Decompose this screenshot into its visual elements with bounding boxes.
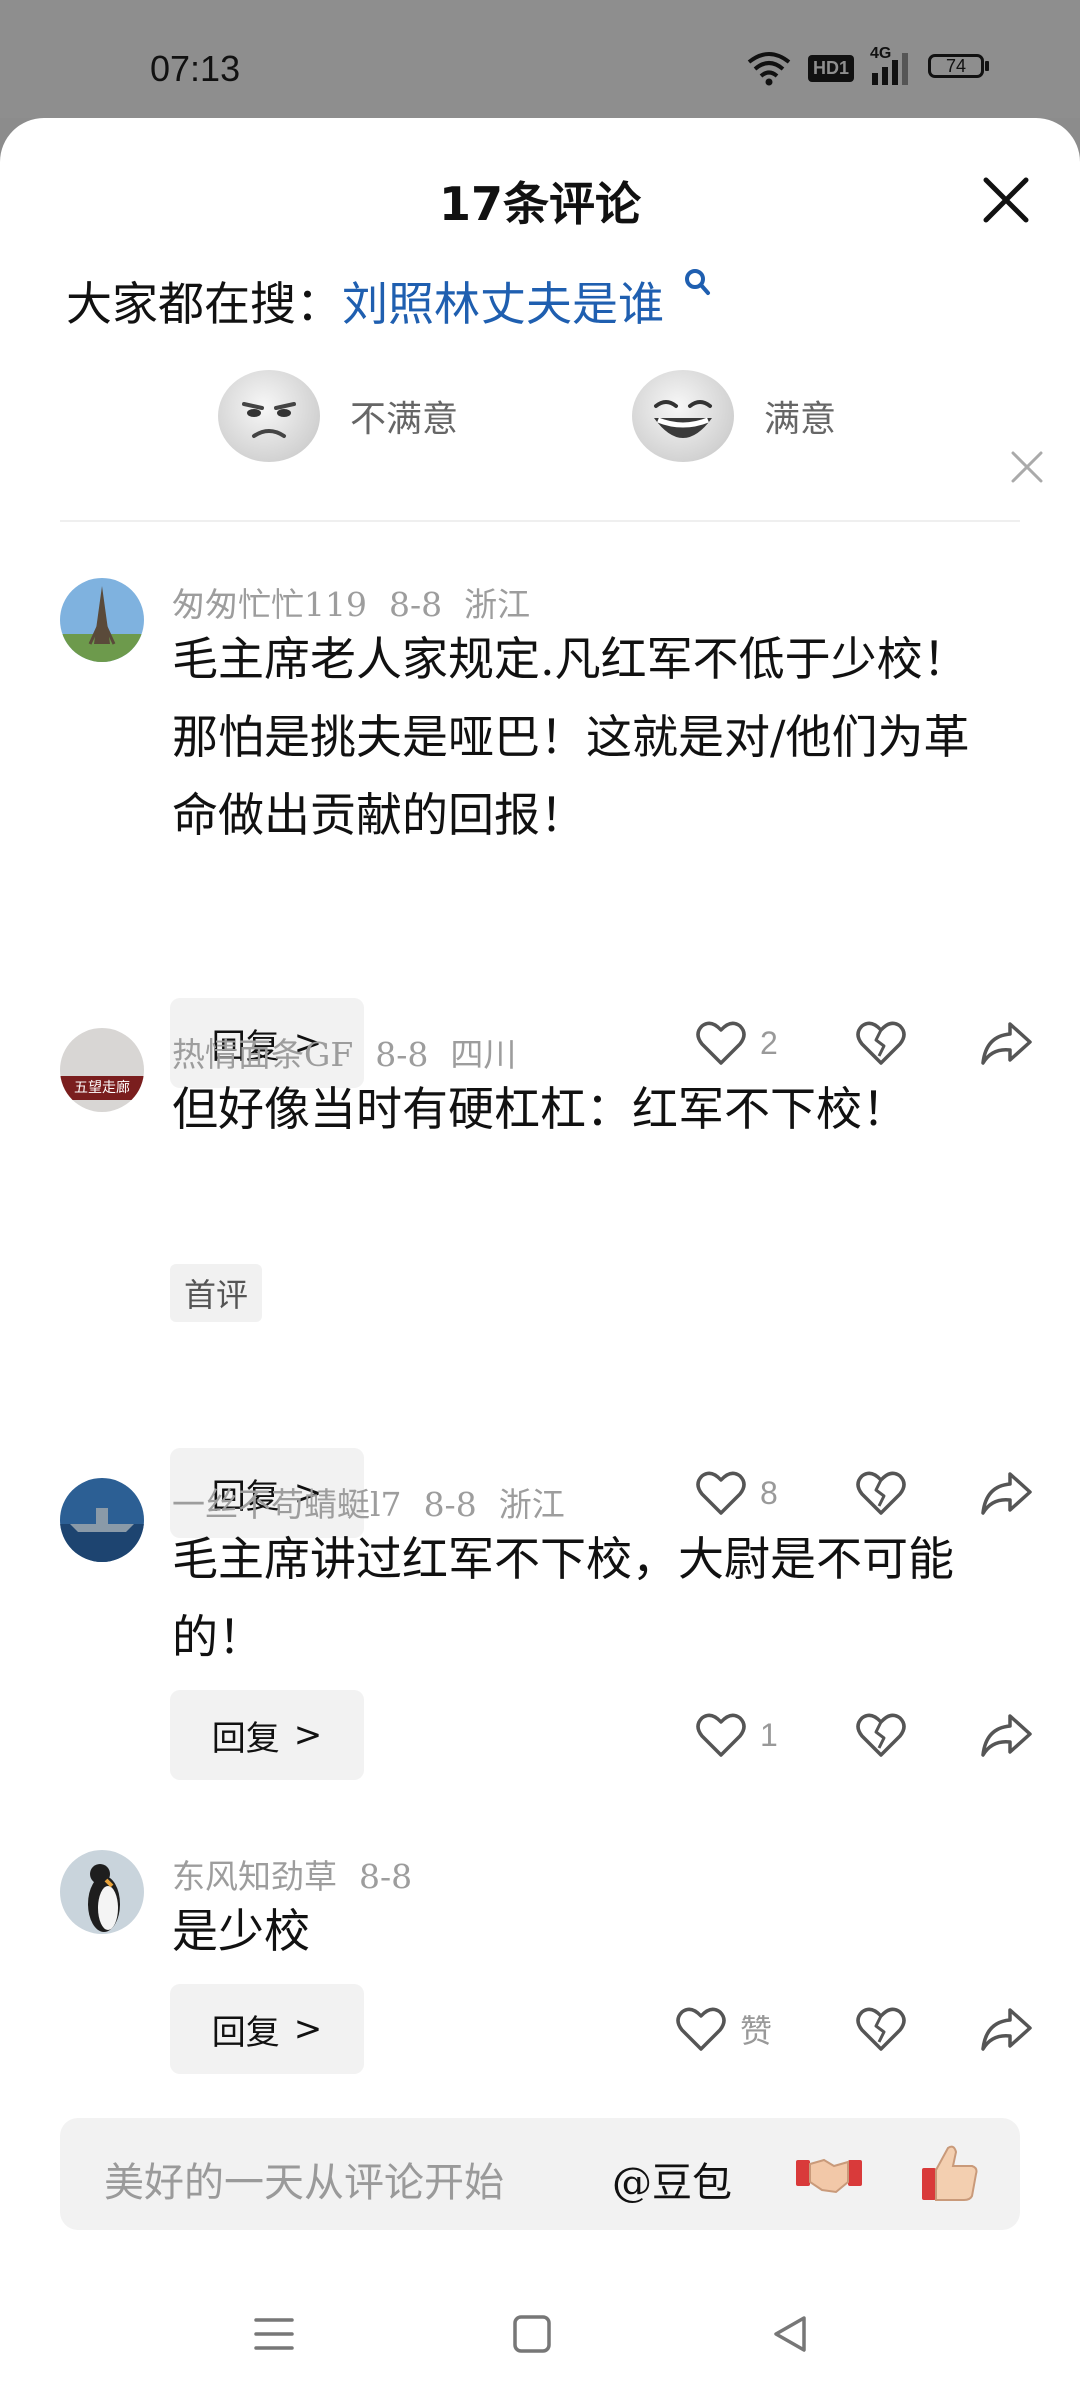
comment-date: 8-8: [389, 585, 443, 624]
comment-item: 匆匆忙忙119 8-8 浙江 毛主席老人家规定.凡红军不低于少校！那怕是挑夫是哑巴！…: [0, 578, 1080, 1098]
first-comment-tag: 首评: [170, 1264, 263, 1322]
comment-region: 浙江: [464, 585, 531, 624]
comment-input[interactable]: 美好的一天从评论开始 @豆包: [60, 2118, 1020, 2230]
avatar[interactable]: [60, 578, 144, 662]
chevron-right-icon: >: [293, 1715, 323, 1755]
thumbs-up-icon[interactable]: [918, 2140, 982, 2204]
battery-level: 74: [945, 55, 967, 76]
feedback-satisfied[interactable]: 满意: [632, 370, 836, 462]
handshake-icon[interactable]: [794, 2146, 864, 2202]
username[interactable]: 匆匆忙忙119: [172, 585, 367, 624]
comment-date: 8-8: [359, 1857, 413, 1896]
comment-date: 8-8: [375, 1035, 429, 1074]
chevron-right-icon: >: [293, 2009, 323, 2049]
hd-label: HD1: [812, 57, 849, 78]
reply-button[interactable]: 回复 >: [170, 1984, 364, 2074]
feedback-satisfied-label: 满意: [764, 399, 837, 440]
back-icon[interactable]: [770, 2314, 810, 2354]
like-button[interactable]: 赞: [676, 2006, 856, 2052]
comment-input-placeholder: 美好的一天从评论开始: [104, 2160, 504, 2206]
share-icon[interactable]: [980, 1712, 1032, 1758]
avatar[interactable]: [60, 1478, 144, 1562]
comment-region: 浙江: [498, 1485, 565, 1524]
status-bar: 07:13 HD1 4G 74: [0, 0, 1080, 118]
status-icons: HD1 4G 74: [746, 45, 992, 86]
comment-item: 一丝不苟蜻蜓l7 8-8 浙江 毛主席讲过红军不下校，大尉是不可能的！ 回复 > 1: [0, 1478, 1080, 1878]
comment-text: 毛主席老人家规定.凡红军不低于少校！那怕是挑夫是哑巴！这就是对/他们为革命做出贡…: [172, 632, 970, 842]
comment-actions: 赞: [676, 1984, 1056, 2074]
comment-date: 8-8: [423, 1485, 477, 1524]
comment-text: 但好像当时有硬杠杠：红军不下校！: [172, 1082, 908, 1136]
share-icon[interactable]: [980, 2006, 1032, 2052]
menu-icon[interactable]: [252, 2314, 296, 2354]
battery-icon: 74: [928, 54, 992, 82]
reply-label: 回复: [211, 2012, 280, 2053]
dismiss-feedback-icon[interactable]: [1008, 448, 1046, 486]
comment-sheet: 17条评论 大家都在搜：刘照林丈夫是谁 不满意 满意 匆匆忙忙119 8-8 浙…: [0, 118, 1080, 2400]
home-icon[interactable]: [512, 2314, 552, 2354]
avatar[interactable]: 五望走廊: [60, 1028, 144, 1112]
broken-heart-icon[interactable]: [856, 1712, 906, 1758]
reply-label: 回复: [211, 1718, 280, 1759]
comment-meta: 热情面条GF 8-8 四川: [172, 1028, 538, 1076]
feedback-unsatisfied[interactable]: 不满意: [218, 370, 458, 462]
comment-meta: 一丝不苟蜻蜓l7 8-8 浙江: [172, 1478, 587, 1526]
comment-text: 是少校: [172, 1904, 310, 1958]
like-label: 赞: [740, 2012, 773, 2050]
unamused-face-icon: [218, 370, 320, 462]
signal-icon: 4G: [870, 45, 912, 85]
comment-item: 五望走廊 热情面条GF 8-8 四川 但好像当时有硬杠杠：红军不下校！ 首评 回复 >…: [0, 1028, 1080, 1538]
like-count: 1: [760, 1716, 778, 1753]
trending-search[interactable]: 大家都在搜：刘照林丈夫是谁: [66, 268, 711, 334]
comment-count-title: 17条评论: [438, 177, 641, 231]
feedback-unsatisfied-label: 不满意: [350, 399, 459, 440]
heart-icon: [676, 2007, 726, 2051]
search-icon: [684, 269, 710, 295]
grinning-face-icon: [632, 370, 734, 462]
username[interactable]: 一丝不苟蜻蜓l7: [172, 1485, 402, 1524]
broken-heart-icon[interactable]: [856, 2006, 906, 2052]
comment-meta: 东风知劲草 8-8: [172, 1850, 456, 1898]
hd-icon: HD1: [807, 54, 854, 82]
divider: [60, 520, 1020, 522]
trending-search-prefix: 大家都在搜：: [66, 277, 342, 331]
avatar[interactable]: [60, 1850, 144, 1934]
comment-region: 四川: [450, 1035, 517, 1074]
trending-search-query[interactable]: 刘照林丈夫是谁: [342, 277, 664, 331]
status-time: 07:13: [150, 48, 241, 89]
mention-doubao-button[interactable]: @豆包: [612, 2150, 732, 2208]
heart-icon: [696, 1713, 746, 1757]
comment-text: 毛主席讲过红军不下校，大尉是不可能的！: [172, 1532, 954, 1664]
reply-button[interactable]: 回复 >: [170, 1690, 364, 1780]
username[interactable]: 东风知劲草: [172, 1857, 337, 1896]
comment-actions: 1: [696, 1690, 1056, 1780]
close-icon[interactable]: [978, 172, 1034, 228]
like-button[interactable]: 1: [696, 1712, 856, 1758]
avatar-text: 五望走廊: [74, 1080, 130, 1096]
system-nav-bar: [0, 2290, 1080, 2400]
wifi-icon: [747, 52, 791, 86]
comment-meta: 匆匆忙忙119 8-8 浙江: [172, 578, 552, 626]
username[interactable]: 热情面条GF: [172, 1035, 353, 1074]
